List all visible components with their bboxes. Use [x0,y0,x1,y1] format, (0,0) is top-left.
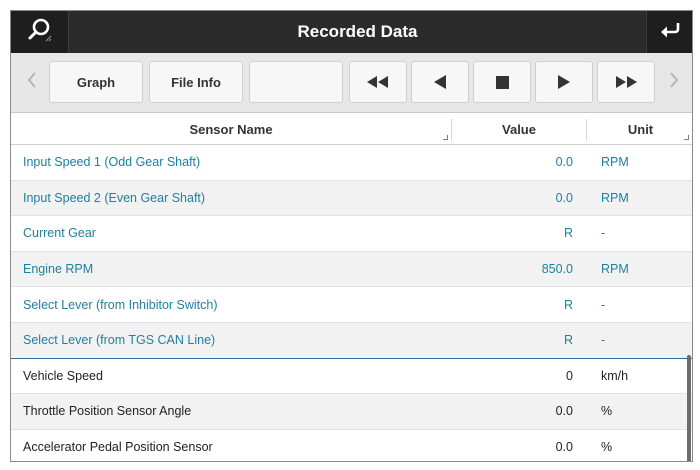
column-header-sensor-name[interactable]: Sensor Name [11,113,451,145]
sensor-unit-cell: RPM [601,262,629,277]
table-row[interactable]: Select Lever (from TGS CAN Line) R - [11,322,692,359]
table-row[interactable]: Accelerator Pedal Position Sensor 0.0 % [11,430,692,461]
stop-icon [495,75,509,89]
chevron-left-icon [26,71,38,94]
toolbar: Graph File Info [11,53,692,113]
sensor-unit-cell: % [601,440,613,455]
sensor-name-cell: Current Gear [23,226,96,241]
sensor-name-cell: Vehicle Speed [23,368,103,383]
resize-handle-icon[interactable] [443,135,448,140]
toolbar-prev-button[interactable] [19,61,45,103]
column-header-unit[interactable]: Unit [587,113,692,145]
table-row[interactable]: Throttle Position Sensor Angle 0.0 % [11,394,692,430]
title-bar: Recorded Data [11,11,692,53]
sensor-value-cell: 0.0 [555,155,573,170]
rewind-icon [367,76,389,88]
table-row[interactable]: Current Gear R - [11,216,692,252]
table-row[interactable]: Input Speed 1 (Odd Gear Shaft) 0.0 RPM [11,145,692,181]
stop-button[interactable] [473,61,531,103]
table-row[interactable]: Engine RPM 850.0 RPM [11,251,692,288]
return-arrow-icon [658,20,682,45]
search-icon [27,17,53,48]
resize-handle-icon[interactable] [684,135,689,140]
sensor-value-cell: 0 [566,368,573,383]
sensor-name-cell: Select Lever (from TGS CAN Line) [23,333,216,348]
play-button[interactable] [535,61,593,103]
column-header-value[interactable]: Value [452,113,586,145]
fast-forward-button[interactable] [597,61,655,103]
sensor-table-body: Input Speed 1 (Odd Gear Shaft) 0.0 RPM I… [11,145,692,461]
sensor-value-cell: R [563,333,573,348]
table-row[interactable]: Input Speed 2 (Even Gear Shaft) 0.0 RPM [11,180,692,217]
sensor-value-cell: 0.0 [555,440,573,455]
sensor-unit-cell: RPM [601,155,629,170]
sensor-unit-cell: - [601,297,606,312]
page-title: Recorded Data [297,22,418,41]
sensor-unit-cell: km/h [601,368,629,383]
step-back-button[interactable] [411,61,469,103]
sensor-value-cell: 850.0 [541,262,573,277]
sensor-unit-cell: - [601,226,606,241]
table-row[interactable]: Vehicle Speed 0 km/h [11,359,692,395]
sensor-name-cell: Throttle Position Sensor Angle [23,404,192,419]
table-row[interactable]: Select Lever (from Inhibitor Switch) R - [11,287,692,323]
search-button[interactable] [11,11,69,53]
return-button[interactable] [646,11,692,53]
chevron-right-icon [668,71,680,94]
fast-forward-icon [615,76,637,88]
sensor-name-cell: Input Speed 2 (Even Gear Shaft) [23,190,206,205]
vertical-scrollbar[interactable] [687,355,691,461]
sensor-unit-cell: % [601,404,613,419]
sensor-value-cell: R [563,226,573,241]
sensor-unit-cell: - [601,333,606,348]
step-back-icon [433,75,447,89]
sensor-name-cell: Engine RPM [23,262,94,277]
sensor-unit-cell: RPM [601,190,629,205]
sensor-value-cell: 0.0 [555,190,573,205]
sensor-name-cell: Input Speed 1 (Odd Gear Shaft) [23,155,201,170]
play-icon [557,75,571,89]
sensor-name-cell: Accelerator Pedal Position Sensor [23,440,213,455]
rewind-button[interactable] [349,61,407,103]
sensor-value-cell: 0.0 [555,404,573,419]
table-header: Sensor Name Value Unit [11,113,692,145]
recorded-data-window: Recorded Data Graph File Info Sensor Nam… [10,10,693,462]
toolbar-next-button[interactable] [661,61,687,103]
sensor-value-cell: R [563,297,573,312]
sensor-name-cell: Select Lever (from Inhibitor Switch) [23,297,218,312]
blank-button[interactable] [249,61,343,103]
file-info-button[interactable]: File Info [149,61,243,103]
graph-button[interactable]: Graph [49,61,143,103]
